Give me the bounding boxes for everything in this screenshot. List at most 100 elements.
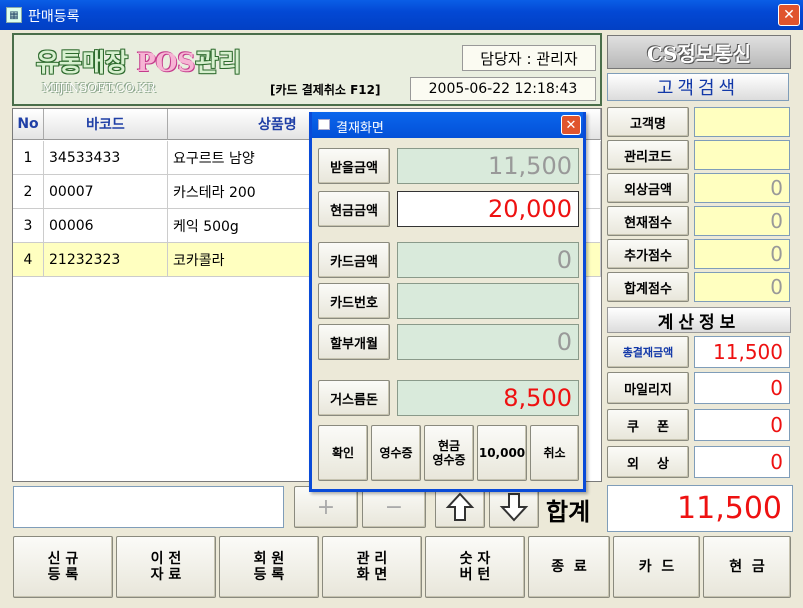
cash-payment-button[interactable]: 현 금 [703, 536, 791, 598]
barcode-input[interactable] [13, 486, 284, 528]
cell-barcode: 34533433 [44, 141, 168, 175]
button-label: 버 턴 [459, 567, 491, 583]
added-points-field[interactable]: 0 [694, 239, 790, 269]
current-points-field[interactable]: 0 [694, 206, 790, 236]
button-label: 10,000 [478, 446, 526, 460]
button-label: 회 원 [253, 551, 285, 567]
cashier-label: 담당자 : 관리자 [462, 45, 596, 71]
installment-label: 할부개월 [318, 324, 390, 360]
column-header-no[interactable]: No [13, 109, 44, 140]
coupon-value: 0 [694, 409, 790, 441]
previous-data-button[interactable]: 이 전자 료 [116, 536, 216, 598]
amount-due-label: 받을금액 [318, 148, 390, 184]
scroll-up-button[interactable] [435, 486, 485, 528]
datetime-display: 2005-06-22 12:18:43 [410, 77, 596, 101]
button-label: 화 면 [356, 567, 388, 583]
window-close-button[interactable]: ✕ [778, 4, 800, 26]
button-label: 현금 [437, 439, 461, 453]
app-logo: 유통매장 POS관리 [36, 43, 241, 79]
added-points-label: 추가점수 [607, 239, 689, 269]
receipt-button[interactable]: 영수증 [371, 425, 421, 481]
button-label: 신 규 [47, 551, 79, 567]
dialog-window-icon [318, 119, 330, 130]
app-icon: ▦ [6, 7, 22, 23]
cell-barcode: 21232323 [44, 243, 168, 277]
arrow-up-icon [445, 492, 475, 521]
number-pad-button[interactable]: 숫 자버 턴 [425, 536, 525, 598]
management-code-field[interactable] [694, 140, 790, 170]
dialog-cancel-button[interactable]: 취소 [530, 425, 579, 481]
card-number-label: 카드번호 [318, 283, 390, 319]
cash-amount-label: 현금금액 [318, 191, 390, 227]
customer-name-field[interactable] [694, 107, 790, 137]
card-cancel-hint: [카드 결제취소 F12] [270, 83, 381, 97]
cash-receipt-button[interactable]: 현금 영수증 [424, 425, 474, 481]
member-register-button[interactable]: 회 원등 록 [219, 536, 319, 598]
total-amount: 11,500 [607, 485, 793, 532]
total-payment-label: 총결재금액 [607, 336, 689, 368]
credit-value: 0 [694, 446, 790, 478]
button-label: 등 록 [253, 567, 285, 583]
button-label: 자 료 [150, 567, 182, 583]
column-header-barcode[interactable]: 바코드 [44, 109, 168, 140]
credit-amount-label: 외상금액 [607, 173, 689, 203]
customer-name-label: 고객명 [607, 107, 689, 137]
mileage-value: 0 [694, 372, 790, 404]
logo-text-prefix: 유통매장 [36, 48, 137, 77]
cell-no: 4 [13, 243, 44, 277]
credit-amount-field[interactable]: 0 [694, 173, 790, 203]
dialog-title: 결재화면 [336, 121, 384, 136]
admin-screen-button[interactable]: 관 리화 면 [322, 536, 422, 598]
cell-no: 1 [13, 141, 44, 175]
total-payment-value: 11,500 [694, 336, 790, 368]
coupon-button[interactable]: 쿠 폰 [607, 409, 689, 441]
window-title: 판매등록 [28, 9, 80, 25]
new-register-button[interactable]: 신 규등 록 [13, 536, 113, 598]
total-points-label: 합계점수 [607, 272, 689, 302]
calc-info-title: 계산정보 [607, 307, 791, 333]
cash-amount-input[interactable]: 20,000 [397, 191, 579, 227]
logo-text-suffix: 관리 [195, 48, 242, 77]
button-label: 숫 자 [459, 551, 491, 567]
payment-dialog[interactable]: 결재화면 ✕ 받을금액 11,500 현금금액 20,000 카드금액 0 카드… [309, 112, 586, 492]
card-amount-label: 카드금액 [318, 242, 390, 278]
confirm-button[interactable]: 확인 [318, 425, 368, 481]
button-label: 영수증 [432, 453, 466, 467]
cell-barcode: 00007 [44, 175, 168, 209]
installment-field[interactable]: 0 [397, 324, 579, 360]
change-value: 8,500 [397, 380, 579, 416]
button-label: 등 록 [47, 567, 79, 583]
cell-no: 3 [13, 209, 44, 243]
scroll-down-button[interactable] [489, 486, 539, 528]
logo-text-pos: POS [136, 48, 196, 77]
company-banner: CS정보통신 [607, 35, 791, 69]
cell-no: 2 [13, 175, 44, 209]
credit-button[interactable]: 외 상 [607, 446, 689, 478]
mileage-button[interactable]: 마일리지 [607, 372, 689, 404]
button-label: 확인 [331, 446, 355, 460]
button-label: 취소 [543, 446, 566, 460]
minus-button[interactable]: − [362, 486, 426, 528]
card-number-field[interactable] [397, 283, 579, 319]
button-label: 이 전 [150, 551, 182, 567]
dialog-close-button[interactable]: ✕ [561, 115, 581, 135]
current-points-label: 현재점수 [607, 206, 689, 236]
plus-button[interactable]: + [294, 486, 358, 528]
card-payment-button[interactable]: 카 드 [613, 536, 700, 598]
arrow-down-icon [499, 493, 529, 522]
total-points-field[interactable]: 0 [694, 272, 790, 302]
dialog-title-bar[interactable]: 결재화면 ✕ [312, 112, 583, 138]
exit-button[interactable]: 종 료 [528, 536, 610, 598]
button-label: 영수증 [379, 446, 413, 460]
management-code-label: 관리코드 [607, 140, 689, 170]
window-title-bar[interactable]: ▦ 판매등록 ✕ [0, 0, 803, 30]
card-amount-field[interactable]: 0 [397, 242, 579, 278]
amount-due-value: 11,500 [397, 148, 579, 184]
total-label: 합계 [546, 498, 591, 526]
header-panel: 유통매장 POS관리 MIJINSOFT.CO.KR 담당자 : 관리자 [카드… [12, 33, 602, 106]
customer-search-button[interactable]: 고객검색 [607, 73, 789, 101]
ten-thousand-button[interactable]: 10,000 [477, 425, 527, 481]
button-label: 관 리 [356, 551, 388, 567]
cell-barcode: 00006 [44, 209, 168, 243]
change-label: 거스름돈 [318, 380, 390, 416]
